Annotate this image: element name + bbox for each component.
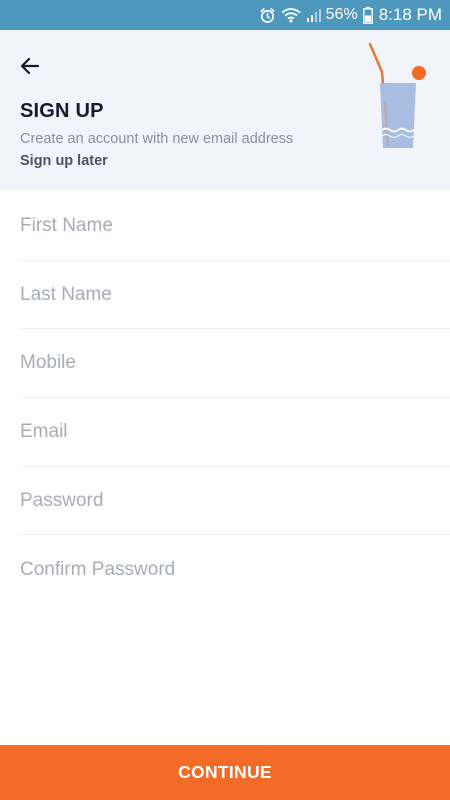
mobile-field[interactable]	[20, 352, 450, 375]
back-button[interactable]	[14, 50, 46, 82]
email-row	[20, 398, 450, 467]
alarm-icon	[259, 7, 276, 24]
sign-up-later-link[interactable]: Sign up later	[20, 153, 108, 169]
page-subtitle: Create an account with new email address	[20, 131, 294, 147]
signup-form	[20, 192, 450, 604]
status-time: 8:18 PM	[378, 5, 442, 24]
page-title: SIGN UP	[20, 100, 104, 122]
password-field[interactable]	[20, 489, 450, 512]
mobile-row	[20, 329, 450, 399]
battery-icon	[362, 6, 373, 24]
battery-percentage: 56%	[325, 6, 358, 23]
email-field[interactable]	[20, 420, 450, 443]
signal-icon	[306, 7, 322, 23]
first-name-field[interactable]	[20, 214, 450, 237]
drink-glass-icon	[368, 42, 426, 148]
last-name-row	[20, 261, 450, 330]
continue-button[interactable]: CONTINUE	[0, 745, 450, 800]
header: SIGN UP Create an account with new email…	[0, 30, 450, 190]
first-name-row	[20, 192, 450, 261]
last-name-field[interactable]	[20, 283, 450, 306]
wifi-icon	[281, 7, 301, 23]
confirm-password-row	[20, 535, 450, 604]
status-bar: 56% 8:18 PM	[0, 0, 450, 30]
confirm-password-field[interactable]	[20, 558, 450, 581]
password-row	[20, 467, 450, 536]
arrow-left-icon	[20, 57, 40, 75]
